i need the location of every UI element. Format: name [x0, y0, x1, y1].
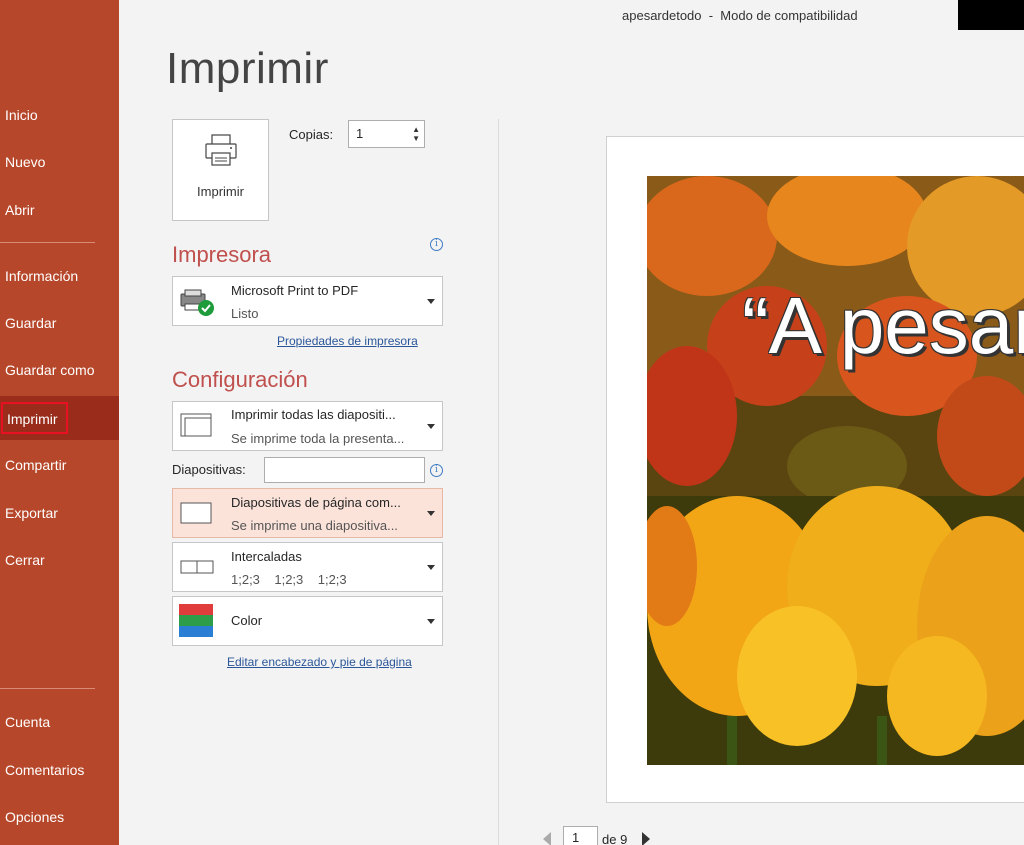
- slide-preview: “A pesar: [647, 176, 1024, 765]
- slides-input[interactable]: [264, 457, 425, 483]
- nav-divider: [0, 688, 95, 689]
- slide-title-text: “A pesar: [742, 281, 1024, 370]
- printer-ready-icon: [180, 289, 214, 316]
- nav-compartir[interactable]: Compartir: [0, 443, 119, 487]
- window-title: apesardetodo - Modo de compatibilidad: [622, 8, 858, 23]
- printer-section-title: Impresora: [172, 242, 272, 267]
- print-range-sub: Se imprime toda la presenta...: [231, 431, 405, 446]
- color-dropdown[interactable]: Color: [172, 596, 443, 646]
- chevron-down-icon: [427, 565, 435, 570]
- printer-dropdown[interactable]: Microsoft Print to PDF Listo: [172, 276, 443, 326]
- nav-nuevo[interactable]: Nuevo: [0, 140, 119, 184]
- chevron-down-icon: [427, 619, 435, 624]
- page-number-input[interactable]: 1: [563, 826, 598, 845]
- all-slides-icon: [180, 413, 212, 437]
- slides-label: Diapositivas:: [172, 462, 246, 477]
- copies-input[interactable]: 1 ▲ ▼: [348, 120, 425, 148]
- print-button[interactable]: Imprimir: [172, 119, 269, 221]
- print-range-main: Imprimir todas las diapositi...: [231, 407, 396, 422]
- nav-comentarios[interactable]: Comentarios: [0, 748, 119, 792]
- collate-main: Intercaladas: [231, 549, 302, 564]
- full-page-slide-icon: [180, 502, 212, 524]
- nav-informacion[interactable]: Información: [0, 254, 119, 298]
- printer-status: Listo: [231, 306, 259, 321]
- print-button-label: Imprimir: [197, 184, 244, 199]
- color-main: Color: [231, 613, 263, 628]
- nav-abrir[interactable]: Abrir: [0, 188, 119, 232]
- settings-section-title: Configuración: [172, 367, 308, 392]
- nav-cuenta[interactable]: Cuenta: [0, 700, 119, 744]
- printer-name: Microsoft Print to PDF: [231, 283, 359, 298]
- previous-page-icon[interactable]: [543, 832, 551, 845]
- layout-sub: Se imprime una diapositiva...: [231, 518, 398, 533]
- next-page-icon[interactable]: [642, 832, 650, 845]
- nav-guardar-como[interactable]: Guardar como: [0, 348, 119, 392]
- spin-down-icon[interactable]: ▼: [412, 135, 420, 143]
- chevron-down-icon: [427, 511, 435, 516]
- nav-imprimir[interactable]: Imprimir: [0, 396, 119, 440]
- page-count-label: de 9: [602, 832, 628, 845]
- panel-divider: [498, 119, 499, 845]
- print-range-dropdown[interactable]: Imprimir todas las diapositi... Se impri…: [172, 401, 443, 451]
- collated-icon: [180, 560, 214, 574]
- backstage-sidebar: Inicio Nuevo Abrir Información Guardar G…: [0, 0, 119, 845]
- collate-sub: 1;2;3 1;2;3 1;2;3: [231, 572, 347, 587]
- nav-divider: [0, 242, 95, 243]
- edit-header-footer-link[interactable]: Editar encabezado y pie de página: [227, 655, 412, 669]
- printer-properties-link[interactable]: Propiedades de impresora: [277, 334, 418, 348]
- chevron-down-icon: [427, 299, 435, 304]
- printer-icon: [205, 134, 237, 166]
- nav-opciones[interactable]: Opciones: [0, 795, 119, 839]
- layout-dropdown[interactable]: Diapositivas de página com... Se imprime…: [172, 488, 443, 538]
- layout-main: Diapositivas de página com...: [231, 495, 401, 510]
- page-title: Imprimir: [166, 44, 329, 93]
- tulips-image: [647, 176, 1024, 765]
- titlebar-black-region: [958, 0, 1024, 30]
- chevron-down-icon: [427, 424, 435, 429]
- nav-guardar[interactable]: Guardar: [0, 301, 119, 345]
- copies-value: 1: [356, 126, 364, 141]
- collate-dropdown[interactable]: Intercaladas 1;2;3 1;2;3 1;2;3: [172, 542, 443, 592]
- nav-exportar[interactable]: Exportar: [0, 491, 119, 535]
- nav-inicio[interactable]: Inicio: [0, 93, 119, 137]
- nav-imprimir-label: Imprimir: [1, 402, 68, 434]
- nav-cerrar[interactable]: Cerrar: [0, 538, 119, 582]
- copies-label: Copias:: [289, 127, 334, 142]
- color-icon: [179, 604, 213, 637]
- spin-up-icon[interactable]: ▲: [412, 126, 420, 134]
- info-icon[interactable]: i: [430, 238, 443, 251]
- info-icon[interactable]: i: [430, 464, 443, 477]
